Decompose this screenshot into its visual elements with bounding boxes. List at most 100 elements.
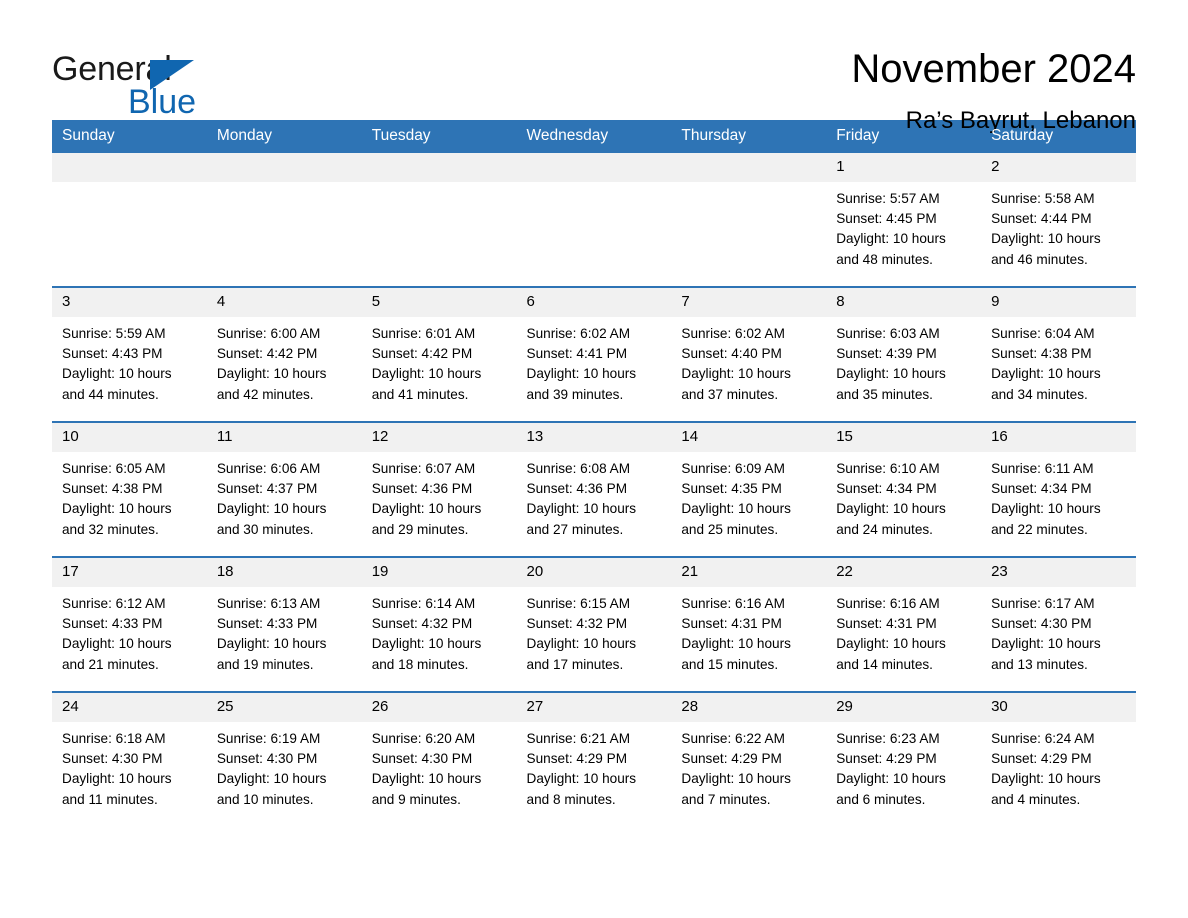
daylight-duration-line2: and 34 minutes.	[991, 386, 1088, 402]
day-details: Sunrise: 5:59 AM Sunset: 4:43 PM Daylight:…	[52, 317, 207, 405]
sunset-time: Sunset: 4:30 PM	[62, 751, 163, 767]
day-details: Sunrise: 6:16 AM Sunset: 4:31 PM Daylight:…	[826, 587, 981, 675]
calendar-day-cell[interactable]: 25 Sunrise: 6:19 AM Sunset: 4:30 PM Dayligh…	[206, 691, 362, 826]
daylight-duration-line1: Daylight: 10 hours	[836, 771, 946, 787]
calendar-day-cell[interactable]: 17 Sunrise: 6:12 AM Sunset: 4:33 PM Dayligh…	[52, 556, 207, 692]
blue-triangle-icon	[150, 60, 194, 90]
calendar-day-cell[interactable]: 5 Sunrise: 6:01 AM Sunset: 4:42 PM Daylight…	[361, 286, 517, 422]
calendar-day-cell[interactable]: 7 Sunrise: 6:02 AM Sunset: 4:40 PM Daylight…	[671, 286, 827, 422]
sunset-time: Sunset: 4:29 PM	[526, 751, 628, 767]
calendar-day-cell[interactable]: 18 Sunrise: 6:13 AM Sunset: 4:33 PM Dayligh…	[206, 556, 362, 692]
daylight-duration-line2: and 19 minutes.	[216, 656, 314, 672]
day-cell-inner: 18 Sunrise: 6:13 AM Sunset: 4:33 PM Dayligh…	[206, 558, 362, 691]
day-number	[361, 153, 517, 182]
calendar-day-cell[interactable]: 13 Sunrise: 6:08 AM Sunset: 4:36 PM Dayligh…	[516, 421, 672, 557]
day-number	[206, 153, 362, 182]
calendar-day-cell[interactable]: 15 Sunrise: 6:10 AM Sunset: 4:34 PM Dayligh…	[826, 421, 982, 557]
calendar-day-cell[interactable]: 2 Sunrise: 5:58 AM Sunset: 4:44 PM Daylight…	[981, 153, 1136, 287]
sunrise-time: Sunrise: 6:18 AM	[62, 731, 166, 746]
daylight-duration-line1: Daylight: 10 hours	[681, 366, 791, 382]
calendar-page: General Blue November 2024 Ra’s Bayrut, …	[0, 0, 1188, 918]
daylight-duration-line1: Daylight: 10 hours	[991, 636, 1101, 652]
calendar-day-cell[interactable]: 3 Sunrise: 5:59 AM Sunset: 4:43 PM Daylight…	[52, 286, 207, 422]
day-cell-inner: 29 Sunrise: 6:23 AM Sunset: 4:29 PM Dayligh…	[826, 693, 982, 826]
day-number: 1	[826, 153, 982, 182]
calendar-day-cell[interactable]: 8 Sunrise: 6:03 AM Sunset: 4:39 PM Daylight…	[826, 286, 982, 422]
day-cell-inner: 14 Sunrise: 6:09 AM Sunset: 4:35 PM Dayligh…	[671, 423, 827, 556]
daylight-duration-line2: and 7 minutes.	[681, 791, 771, 807]
daylight-duration-line1: Daylight: 10 hours	[371, 636, 482, 652]
sunrise-time: Sunrise: 6:15 AM	[526, 596, 631, 611]
daylight-duration-line1: Daylight: 10 hours	[371, 501, 482, 517]
daylight-duration-line1: Daylight: 10 hours	[681, 501, 791, 517]
calendar-day-cell[interactable]: 9 Sunrise: 6:04 AM Sunset: 4:38 PM Daylight…	[981, 286, 1136, 422]
calendar-day-cell[interactable]: 16 Sunrise: 6:11 AM Sunset: 4:34 PM Dayligh…	[981, 421, 1136, 557]
sunset-time: Sunset: 4:32 PM	[371, 616, 473, 632]
day-cell-inner: 21 Sunrise: 6:16 AM Sunset: 4:31 PM Dayligh…	[671, 558, 827, 691]
day-number: 28	[671, 693, 827, 722]
sunrise-time: Sunrise: 6:19 AM	[216, 731, 321, 746]
day-number: 12	[361, 423, 517, 452]
day-details: Sunrise: 6:22 AM Sunset: 4:29 PM Daylight:…	[671, 722, 826, 810]
daylight-duration-line2: and 21 minutes.	[62, 656, 159, 672]
calendar-day-cell[interactable]: 24 Sunrise: 6:18 AM Sunset: 4:30 PM Dayligh…	[52, 691, 207, 826]
calendar-day-cell[interactable]: 26 Sunrise: 6:20 AM Sunset: 4:30 PM Dayligh…	[361, 691, 517, 826]
calendar-day-cell[interactable]: 19 Sunrise: 6:14 AM Sunset: 4:32 PM Dayligh…	[361, 556, 517, 692]
calendar-week-row: 10 Sunrise: 6:05 AM Sunset: 4:38 PM Dayligh…	[52, 421, 1136, 557]
daylight-duration-line2: and 48 minutes.	[836, 251, 933, 267]
day-details: Sunrise: 6:01 AM Sunset: 4:42 PM Daylight:…	[362, 317, 517, 405]
day-number: 17	[52, 558, 207, 587]
day-number: 30	[981, 693, 1136, 722]
daylight-duration-line2: and 25 minutes.	[681, 521, 779, 537]
calendar-day-cell[interactable]: 10 Sunrise: 6:05 AM Sunset: 4:38 PM Dayligh…	[52, 421, 207, 557]
calendar-day-cell[interactable]: 30 Sunrise: 6:24 AM Sunset: 4:29 PM Dayligh…	[981, 691, 1136, 826]
sunrise-time: Sunrise: 6:16 AM	[681, 596, 785, 611]
calendar-week-row: 1 Sunrise: 5:57 AM Sunset: 4:45 PM Daylight…	[52, 153, 1136, 287]
day-number: 3	[52, 288, 207, 317]
sunset-time: Sunset: 4:34 PM	[991, 481, 1092, 497]
day-cell-inner: 23 Sunrise: 6:17 AM Sunset: 4:30 PM Dayligh…	[981, 558, 1136, 691]
day-details: Sunrise: 6:24 AM Sunset: 4:29 PM Daylight:…	[981, 722, 1136, 810]
calendar-day-cell[interactable]: 11 Sunrise: 6:06 AM Sunset: 4:37 PM Dayligh…	[206, 421, 362, 557]
calendar-day-cell[interactable]: 1 Sunrise: 5:57 AM Sunset: 4:45 PM Daylight…	[826, 153, 982, 287]
daylight-duration-line1: Daylight: 10 hours	[681, 636, 791, 652]
sunset-time: Sunset: 4:37 PM	[216, 481, 318, 497]
calendar-day-cell[interactable]: 20 Sunrise: 6:15 AM Sunset: 4:32 PM Dayligh…	[516, 556, 672, 692]
sunset-time: Sunset: 4:36 PM	[371, 481, 473, 497]
calendar-day-cell[interactable]: 22 Sunrise: 6:16 AM Sunset: 4:31 PM Dayligh…	[826, 556, 982, 692]
day-number: 15	[826, 423, 982, 452]
calendar-day-cell[interactable]: 27 Sunrise: 6:21 AM Sunset: 4:29 PM Dayligh…	[516, 691, 672, 826]
day-number: 21	[671, 558, 827, 587]
daylight-duration-line2: and 46 minutes.	[991, 251, 1088, 267]
sunset-time: Sunset: 4:29 PM	[681, 751, 782, 767]
calendar-day-cell[interactable]: 4 Sunrise: 6:00 AM Sunset: 4:42 PM Daylight…	[206, 286, 362, 422]
calendar-day-cell[interactable]: 6 Sunrise: 6:02 AM Sunset: 4:41 PM Daylight…	[516, 286, 672, 422]
calendar-day-cell[interactable]: 21 Sunrise: 6:16 AM Sunset: 4:31 PM Dayligh…	[671, 556, 827, 692]
day-number: 5	[361, 288, 517, 317]
calendar-day-cell[interactable]: 29 Sunrise: 6:23 AM Sunset: 4:29 PM Dayligh…	[826, 691, 982, 826]
daylight-duration-line1: Daylight: 10 hours	[836, 366, 946, 382]
day-cell-inner: 15 Sunrise: 6:10 AM Sunset: 4:34 PM Dayligh…	[826, 423, 982, 556]
calendar-day-cell[interactable]: 12 Sunrise: 6:07 AM Sunset: 4:36 PM Dayligh…	[361, 421, 517, 557]
daylight-duration-line1: Daylight: 10 hours	[991, 771, 1101, 787]
day-number: 8	[826, 288, 982, 317]
calendar-day-cell[interactable]: 14 Sunrise: 6:09 AM Sunset: 4:35 PM Dayligh…	[671, 421, 827, 557]
day-cell-inner: 17 Sunrise: 6:12 AM Sunset: 4:33 PM Dayligh…	[52, 558, 207, 691]
calendar-day-cell	[52, 153, 207, 287]
daylight-duration-line1: Daylight: 10 hours	[681, 771, 791, 787]
day-cell-inner: 10 Sunrise: 6:05 AM Sunset: 4:38 PM Dayligh…	[52, 423, 207, 556]
sunset-time: Sunset: 4:38 PM	[991, 346, 1092, 362]
daylight-duration-line1: Daylight: 10 hours	[526, 771, 637, 787]
calendar-day-cell[interactable]: 28 Sunrise: 6:22 AM Sunset: 4:29 PM Dayligh…	[671, 691, 827, 826]
day-number: 13	[516, 423, 672, 452]
sunrise-time: Sunrise: 6:09 AM	[681, 461, 785, 476]
daylight-duration-line1: Daylight: 10 hours	[991, 231, 1101, 247]
day-number	[671, 153, 827, 182]
sunset-time: Sunset: 4:29 PM	[836, 751, 937, 767]
weekday-header-tuesday: Tuesday	[361, 120, 517, 153]
sunrise-time: Sunrise: 6:20 AM	[371, 731, 476, 746]
day-number	[516, 153, 672, 182]
calendar-day-cell[interactable]: 23 Sunrise: 6:17 AM Sunset: 4:30 PM Dayligh…	[981, 556, 1136, 692]
day-details: Sunrise: 6:18 AM Sunset: 4:30 PM Daylight:…	[52, 722, 207, 810]
sunrise-time: Sunrise: 6:06 AM	[216, 461, 321, 476]
